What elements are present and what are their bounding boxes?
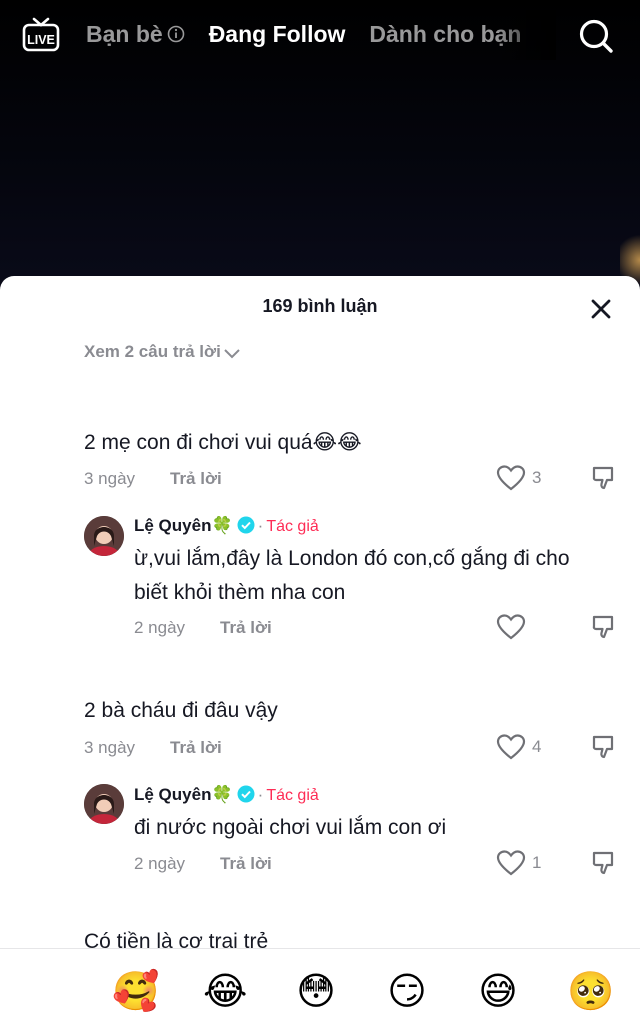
feed-tabs: Bạn bè Đang Follow Dành cho bạn	[86, 18, 556, 54]
comment-time: 3 ngày	[84, 738, 136, 757]
verified-badge-icon	[237, 785, 255, 803]
emoji-flushed[interactable]: 😳	[294, 969, 338, 1013]
heart-icon	[496, 734, 526, 760]
reply-time: 2 ngày	[134, 854, 186, 873]
emoji-smiling-hearts[interactable]: 🥰	[112, 969, 159, 1013]
heart-icon	[496, 850, 526, 876]
like-count: 1	[532, 853, 542, 872]
chevron-down-icon	[224, 348, 240, 358]
view-more-replies[interactable]: Xem 2 câu trả lời	[84, 342, 241, 362]
close-icon	[591, 299, 611, 319]
like-button[interactable]	[496, 613, 526, 641]
reply-button[interactable]: Trả lời	[170, 738, 222, 758]
avatar-image	[84, 784, 124, 824]
comments-count-title: 169 bình luận	[262, 296, 378, 316]
emoji-reaction-bar: 🥰 😂 😳 😏 😅 🥺	[0, 948, 640, 1036]
reply-author[interactable]: Lệ Quyên🍀 · Tác giả	[134, 516, 319, 536]
comment-time: 3 ngày	[84, 469, 136, 488]
separator-dot: ·	[257, 785, 264, 804]
emoji-smirk[interactable]: 😏	[385, 969, 429, 1013]
view-more-replies-label: Xem 2 câu trả lời	[84, 342, 221, 361]
author-name: Lệ Quyên	[134, 785, 212, 804]
tab-following[interactable]: Đang Follow	[209, 18, 346, 50]
comment-text: 2 mẹ con đi chơi vui quá😂😂	[84, 431, 362, 454]
dislike-button[interactable]	[590, 613, 618, 641]
clover-emoji: 🍀	[211, 785, 233, 804]
like-count: 3	[532, 468, 542, 487]
dislike-button[interactable]	[590, 733, 618, 761]
like-button[interactable]: 3	[496, 464, 541, 492]
live-label: LIVE	[27, 33, 55, 47]
dislike-button[interactable]	[590, 849, 618, 877]
avatar-image	[84, 516, 124, 556]
reply-text: ừ,vui lắm,đây là London đó con,cố gắng đ…	[134, 547, 570, 604]
tab-friends[interactable]: Bạn bè	[86, 18, 185, 50]
live-tv-icon: LIVE	[22, 17, 60, 52]
author-tag: Tác giả	[266, 518, 319, 535]
tabs-fade	[496, 10, 556, 60]
emoji-pleading[interactable]: 🥺	[567, 969, 614, 1013]
comments-sheet: 169 bình luận Xem 2 câu trả lời 2 mẹ con…	[0, 276, 640, 1036]
emoji-tears-of-joy[interactable]: 😂	[203, 969, 247, 1013]
thumbs-down-icon	[592, 851, 614, 875]
like-button[interactable]: 1	[496, 849, 541, 877]
live-button[interactable]: LIVE	[22, 16, 60, 52]
top-navigation: LIVE Bạn bè Đang Follow Dành cho bạn	[0, 0, 640, 70]
reply-button[interactable]: Trả lời	[170, 469, 222, 489]
like-button[interactable]: 4	[496, 733, 541, 761]
tab-friends-label: Bạn bè	[86, 21, 163, 47]
avatar[interactable]	[84, 784, 124, 824]
clover-emoji: 🍀	[211, 516, 233, 535]
search-icon	[579, 19, 613, 53]
comment-text: 2 bà cháu đi đâu vậy	[84, 699, 278, 722]
thumbs-down-icon	[592, 615, 614, 639]
close-button[interactable]	[588, 296, 614, 322]
separator-dot: ·	[257, 516, 264, 535]
avatar[interactable]	[84, 516, 124, 556]
reply-text: đi nước ngoài chơi vui lắm con ơi	[134, 816, 447, 839]
info-icon	[167, 26, 184, 43]
like-count: 4	[532, 737, 542, 756]
search-button[interactable]	[576, 16, 616, 56]
thumbs-down-icon	[592, 735, 614, 759]
heart-icon	[496, 614, 526, 640]
heart-icon	[496, 465, 526, 491]
dislike-button[interactable]	[590, 464, 618, 492]
reply-button[interactable]: Trả lời	[220, 618, 272, 638]
reply-button[interactable]: Trả lời	[220, 854, 272, 874]
author-tag: Tác giả	[266, 787, 319, 804]
verified-badge-icon	[237, 516, 255, 534]
reply-author[interactable]: Lệ Quyên🍀 · Tác giả	[134, 785, 319, 805]
emoji-sweat-smile[interactable]: 😅	[476, 969, 520, 1013]
reply-time: 2 ngày	[134, 618, 186, 637]
author-name: Lệ Quyên	[134, 516, 212, 535]
thumbs-down-icon	[592, 466, 614, 490]
